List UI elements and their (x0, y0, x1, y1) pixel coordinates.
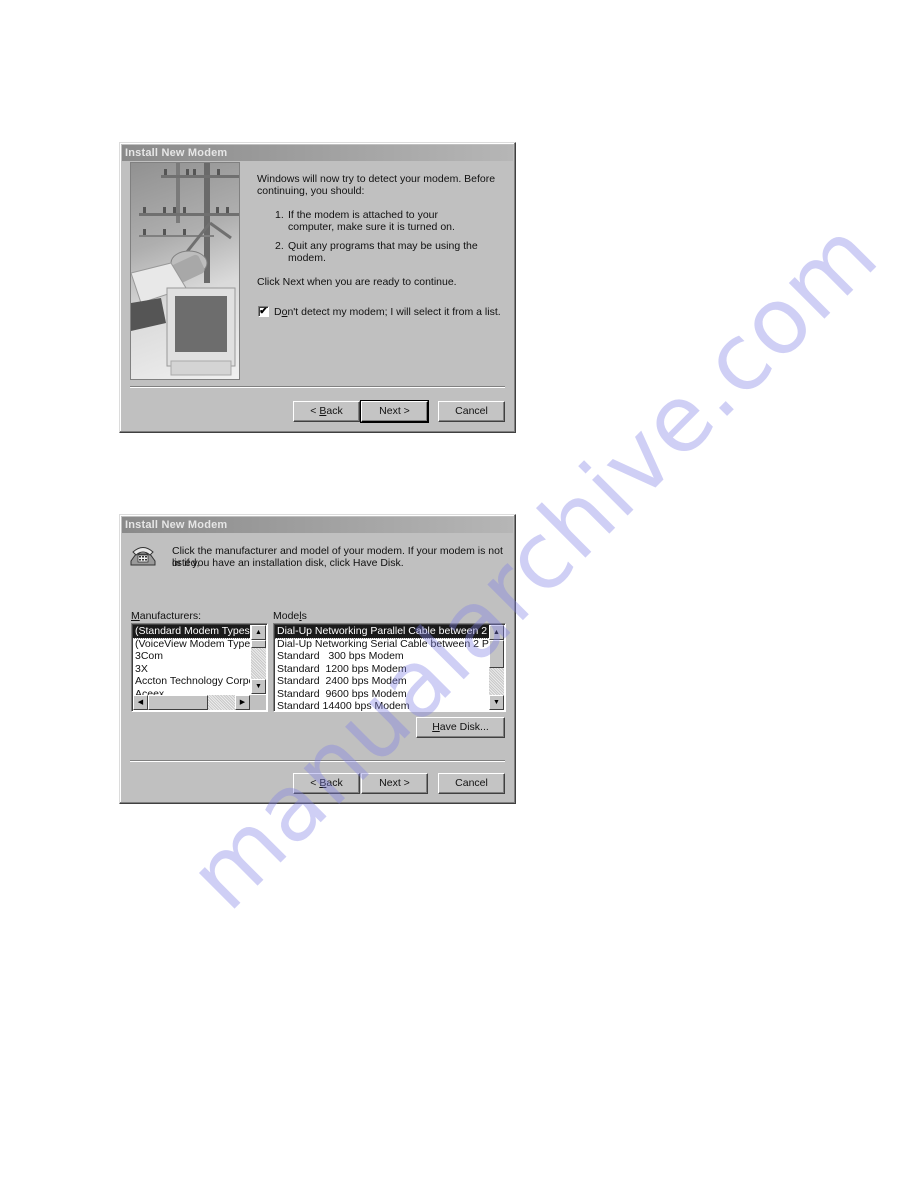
install-new-modem-dialog-select: Install New Modem Click the manufacturer… (119, 514, 516, 804)
model-list-item[interactable]: Standard 1200 bps Modem (275, 663, 489, 676)
dialog-title-bar: Install New Modem (122, 517, 513, 533)
model-list-item[interactable]: Standard 2400 bps Modem (275, 675, 489, 688)
cancel-button[interactable]: Cancel (438, 773, 505, 794)
manufacturer-list-item[interactable]: Aceex (133, 688, 250, 696)
manufacturers-listbox[interactable]: (Standard Modem Types) (VoiceView Modem T… (131, 623, 268, 712)
label-part: ack (326, 405, 343, 417)
scroll-down-button[interactable]: ▼ (489, 695, 504, 710)
dialog-title-bar: Install New Modem (122, 145, 513, 161)
manufacturers-label: Manufacturers: (131, 610, 201, 622)
models-listbox[interactable]: Dial-Up Networking Parallel Cable betwee… (273, 623, 506, 712)
instruction-line-2: or if you have an installation disk, cli… (172, 557, 404, 569)
scroll-down-button[interactable]: ▼ (251, 679, 266, 694)
label-part: Mode (273, 610, 300, 622)
model-list-item[interactable]: Standard 14400 bps Modem (275, 700, 489, 711)
models-vertical-scrollbar[interactable]: ▲ ▼ (489, 625, 504, 710)
models-list-items: Dial-Up Networking Parallel Cable betwee… (275, 625, 489, 711)
manufacturer-list-item[interactable]: 3X (133, 663, 250, 676)
step-1-line-1: If the modem is attached to your (288, 209, 438, 221)
step-1-line-2: computer, make sure it is turned on. (288, 221, 455, 233)
model-list-item[interactable]: Dial-Up Networking Serial Cable between … (275, 638, 489, 651)
right-arrow-icon: ▶ (239, 699, 246, 706)
manufacturers-horizontal-scrollbar[interactable]: ◀ ▶ (133, 695, 250, 710)
left-arrow-icon: ◀ (137, 699, 144, 706)
checkmark-icon: ✔ (259, 306, 268, 317)
label-part: D (274, 306, 282, 318)
step-1-number: 1. (275, 209, 284, 221)
scroll-thumb[interactable] (251, 640, 266, 648)
scroll-thumb[interactable] (489, 640, 504, 668)
models-label: Models (273, 610, 307, 622)
next-button[interactable]: Next > (360, 400, 429, 423)
model-list-item[interactable]: Dial-Up Networking Parallel Cable betwee… (275, 625, 489, 639)
dont-detect-modem-label[interactable]: Don't detect my modem; I will select it … (274, 306, 501, 318)
step-2-number: 2. (275, 240, 284, 252)
accelerator-key: H (432, 721, 440, 733)
model-list-item[interactable]: Standard 300 bps Modem (275, 650, 489, 663)
telephone-icon (128, 541, 158, 569)
separator (130, 760, 505, 762)
manufacturer-list-item[interactable]: (Standard Modem Types) (133, 625, 250, 639)
manufacturer-list-item[interactable]: (VoiceView Modem Types) (133, 638, 250, 651)
step-2-line-1: Quit any programs that may be using the (288, 240, 478, 252)
next-button[interactable]: Next > (361, 773, 428, 794)
label-part: < (310, 777, 320, 789)
down-arrow-icon: ▼ (255, 683, 262, 690)
label-part: s (301, 610, 307, 622)
modem-illustration-icon (131, 163, 239, 376)
dont-detect-modem-checkbox[interactable]: ✔ (258, 306, 269, 317)
step-2-line-2: modem. (288, 252, 326, 264)
manufacturer-list-item[interactable]: Accton Technology Corporation (133, 675, 250, 688)
scroll-thumb[interactable] (148, 695, 208, 710)
scroll-left-button[interactable]: ◀ (133, 695, 148, 710)
scroll-up-button[interactable]: ▲ (251, 625, 266, 640)
manufacturer-list-item[interactable]: 3Com (133, 650, 250, 663)
label-part: ave Disk... (439, 721, 489, 733)
scroll-up-button[interactable]: ▲ (489, 625, 504, 640)
model-list-item[interactable]: Standard 9600 bps Modem (275, 688, 489, 701)
install-new-modem-dialog-detect: Install New Modem Windows will now try t… (119, 142, 516, 433)
up-arrow-icon: ▲ (255, 629, 262, 636)
back-button[interactable]: < Back (293, 773, 360, 794)
click-next-text: Click Next when you are ready to continu… (257, 276, 457, 288)
label-part: ack (326, 777, 343, 789)
have-disk-button[interactable]: Have Disk... (416, 717, 505, 738)
back-button[interactable]: < Back (293, 401, 360, 422)
up-arrow-icon: ▲ (493, 629, 500, 636)
label-part: anufacturers: (139, 610, 202, 622)
manufacturers-list-items: (Standard Modem Types) (VoiceView Modem T… (133, 625, 250, 695)
cancel-button[interactable]: Cancel (438, 401, 505, 422)
accelerator-key: M (131, 610, 140, 622)
scrollbar-corner (250, 695, 266, 710)
intro-text-line-2: continuing, you should: (257, 185, 365, 197)
label-part: < (310, 405, 320, 417)
separator (130, 386, 505, 388)
manufacturers-vertical-scrollbar[interactable]: ▲ ▼ (251, 625, 266, 694)
down-arrow-icon: ▼ (493, 699, 500, 706)
intro-text-line-1: Windows will now try to detect your mode… (257, 173, 496, 185)
label-part: n't detect my modem; I will select it fr… (287, 306, 501, 318)
scroll-right-button[interactable]: ▶ (235, 695, 250, 710)
modem-computer-illustration (130, 162, 240, 380)
